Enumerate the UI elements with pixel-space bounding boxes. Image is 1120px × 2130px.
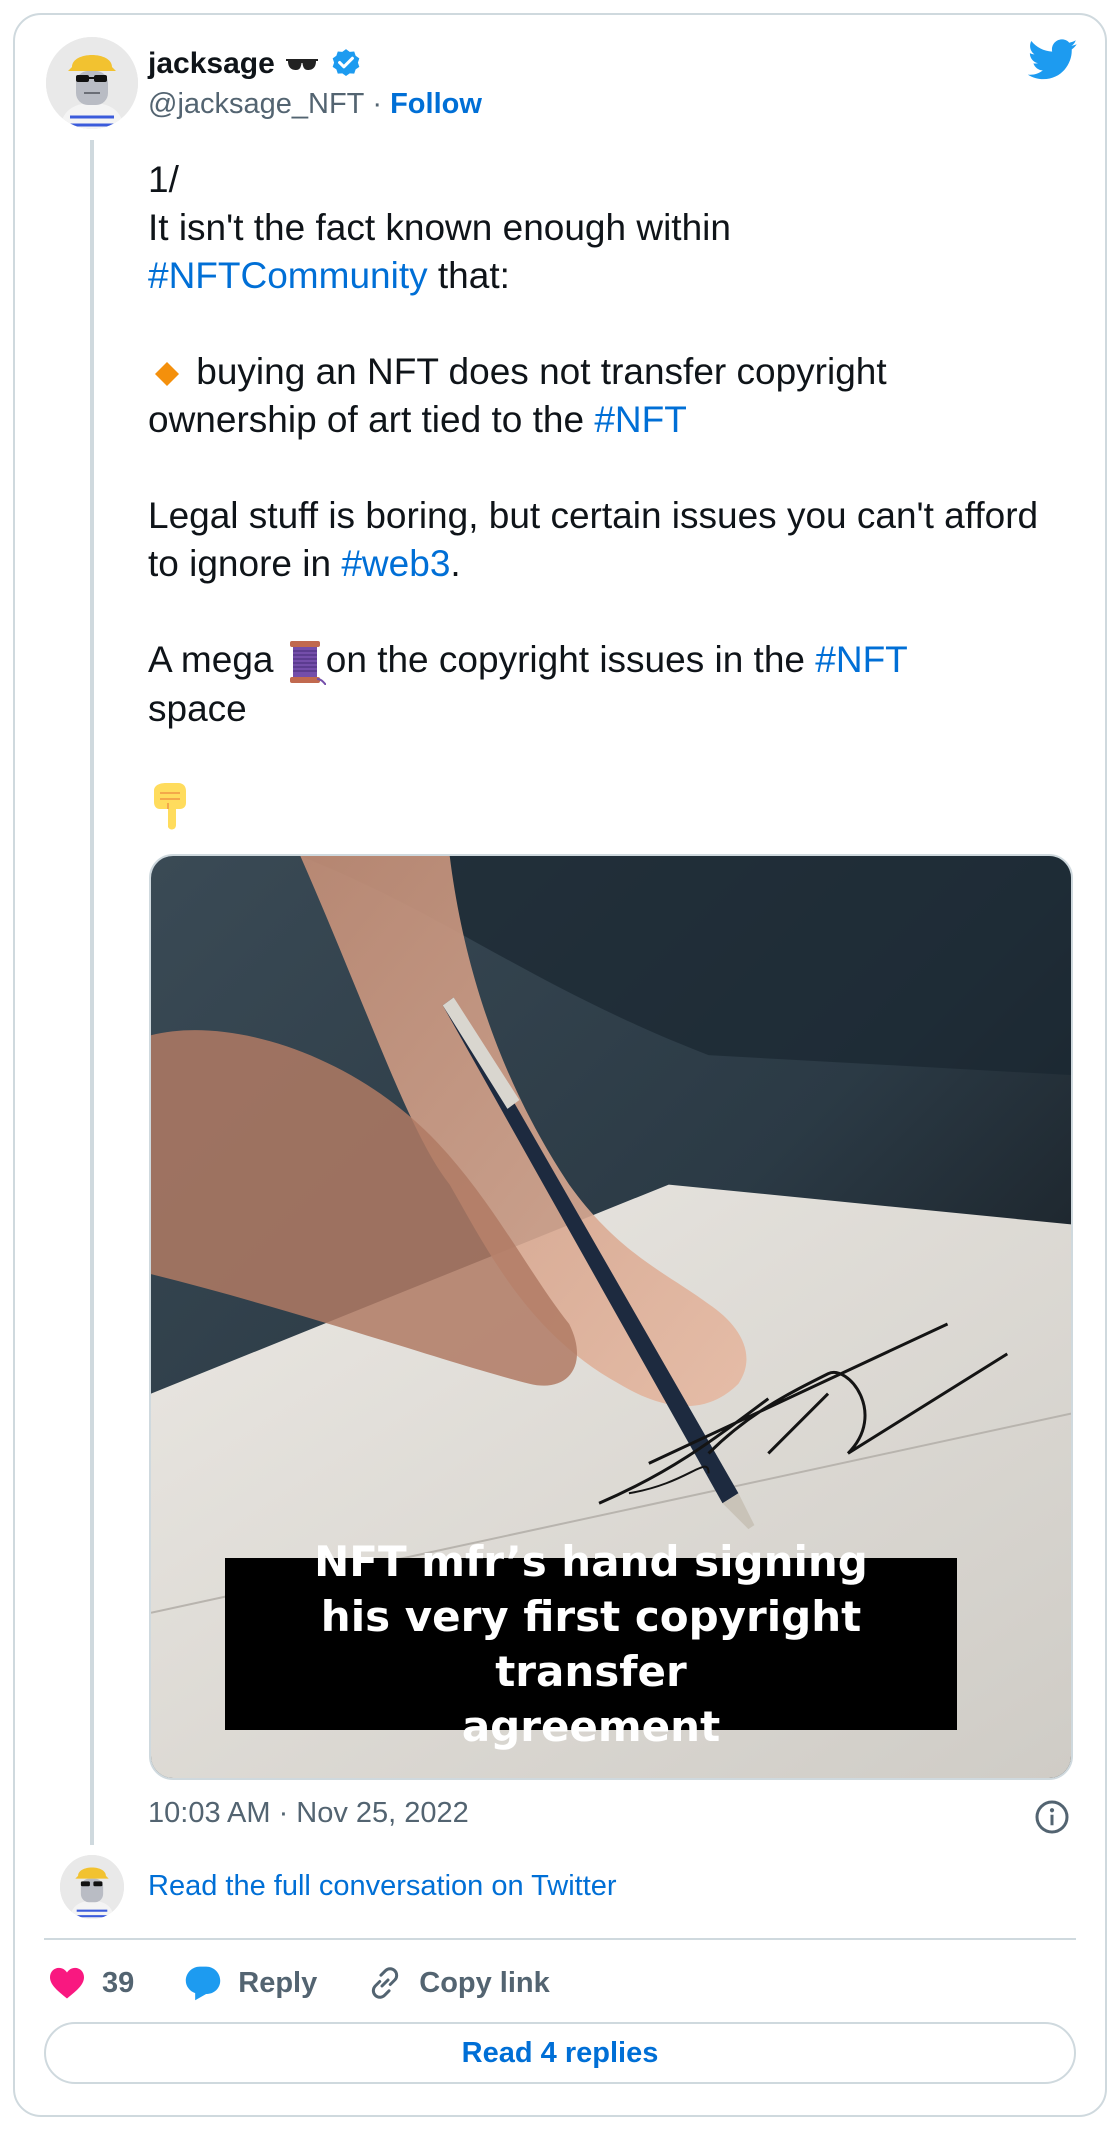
pointing-down-hand-icon (154, 783, 186, 830)
tweet-paragraph-4: A mega on the copyright issues in the #N… (148, 636, 1048, 733)
tweet-text-span: Legal stuff is boring, but certain issue… (148, 495, 1039, 584)
like-count: 39 (102, 1966, 135, 1999)
tweet-timestamp[interactable]: 10:03 AM · Nov 25, 2022 (148, 1797, 469, 1830)
copy-link-label: Copy link (419, 1966, 550, 1999)
copy-link-button[interactable]: Copy link (367, 1965, 550, 2001)
heart-icon (50, 1967, 84, 1999)
tweet-text-span: on the copyright issues in the (325, 639, 816, 680)
caption-line-1: NFT mfr’s hand signing (314, 1537, 868, 1586)
tweet-text-span: buying an NFT does not transfer copyrigh… (148, 351, 887, 440)
conversation-avatar[interactable] (60, 1855, 124, 1919)
tweet-text-span: space (148, 688, 247, 730)
info-icon[interactable] (1034, 1799, 1070, 1835)
author-avatar[interactable] (46, 37, 138, 129)
reply-label: Reply (238, 1966, 318, 1999)
verified-badge-icon (332, 49, 360, 77)
tweet-actions: 39 Reply Copy link (48, 1962, 600, 2004)
follow-button[interactable]: Follow (390, 88, 482, 121)
caption-line-3: agreement (461, 1702, 721, 1751)
tweet-text-span: It isn't the fact known enough within (148, 207, 731, 248)
thread-spool-icon (289, 641, 326, 686)
hashtag-nftcommunity[interactable]: #NFTCommunity (148, 255, 428, 296)
orange-diamond-icon (155, 362, 179, 387)
link-icon (372, 1967, 399, 1999)
media-caption: NFT mfr’s hand signing his very first co… (225, 1537, 957, 1751)
hashtag-nft[interactable]: #NFT (594, 399, 687, 440)
reply-button[interactable]: Reply (184, 1965, 317, 2001)
thread-number: 1/ (148, 159, 179, 200)
read-full-conversation-link[interactable]: Read the full conversation on Twitter (148, 1870, 617, 1903)
thread-line (90, 140, 94, 1845)
author-name-row: jacksage (148, 44, 363, 84)
tweet-paragraph-5 (148, 781, 1048, 833)
tweet-text-span: A mega (148, 639, 284, 680)
like-button[interactable]: 39 (48, 1966, 134, 2000)
read-replies-button[interactable]: Read 4 replies (44, 2022, 1076, 2084)
reply-bubble-icon (186, 1966, 221, 2001)
author-name[interactable]: jacksage (148, 47, 275, 81)
author-handle[interactable]: @jacksage_NFT (148, 88, 364, 121)
sunglasses-icon (285, 59, 318, 70)
tweet-text-span: . (450, 543, 461, 584)
caption-line-2: his very first copyright transfer (320, 1592, 862, 1696)
author-handle-row: @jacksage_NFT · Follow (148, 88, 482, 121)
divider (44, 1938, 1076, 1940)
hashtag-nft-2[interactable]: #NFT (815, 639, 908, 680)
tweet-media-image[interactable]: NFT mfr’s hand signing his very first co… (149, 854, 1073, 1780)
hashtag-web3[interactable]: #web3 (341, 543, 450, 584)
tweet-paragraph-1: It isn't the fact known enough within #NF… (148, 204, 1048, 300)
tweet-paragraph-2: buying an NFT does not transfer copyrigh… (148, 348, 1048, 444)
twitter-bird-icon[interactable] (1028, 38, 1078, 82)
tweet-paragraph-3: Legal stuff is boring, but certain issue… (148, 492, 1048, 588)
handle-separator: · (372, 88, 383, 120)
tweet-text: 1/ It isn't the fact known enough within… (148, 156, 1048, 833)
tweet-text-span: that: (427, 255, 510, 296)
